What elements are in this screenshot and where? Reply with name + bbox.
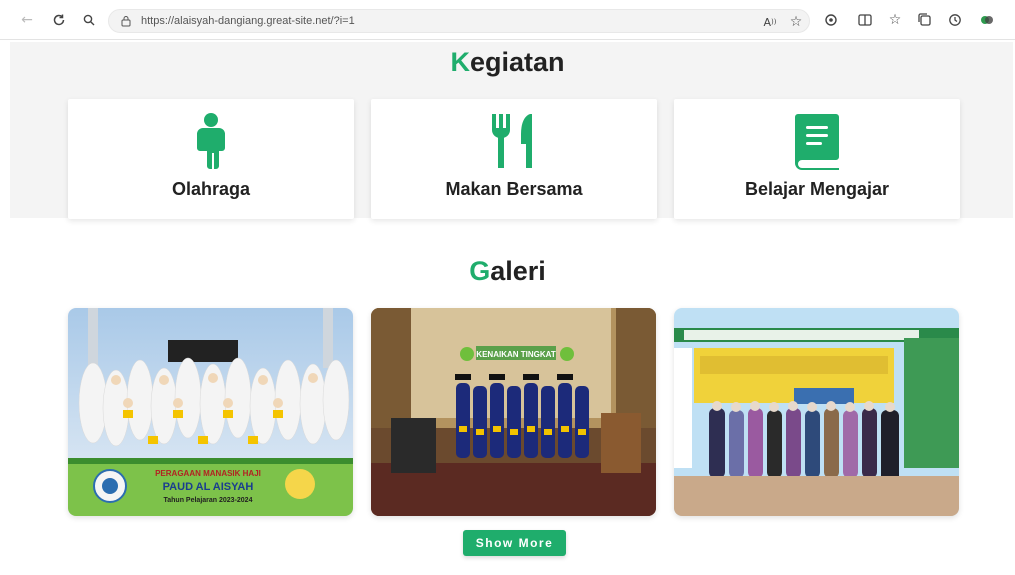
gallery-image-manasik-haji[interactable]: PERAGAAN MANASIK HAJI PAUD AL AISYAH Tah… [68, 308, 353, 516]
lock-icon [121, 16, 131, 27]
kegiatan-card-olahraga[interactable]: Olahraga [68, 99, 354, 219]
back-arrow-icon[interactable]: ← [18, 11, 36, 29]
person-icon [181, 111, 241, 171]
collections-icon[interactable] [916, 11, 934, 29]
card-label: Belajar Mengajar [744, 179, 890, 199]
banner-line-1: PERAGAAN MANASIK HAJI [155, 469, 261, 478]
browser-toolbar: ← https://alaisyah-dangiang.great-site.n… [0, 0, 1015, 40]
read-aloud-icon[interactable]: A)) [761, 13, 779, 31]
split-screen-icon[interactable] [856, 11, 874, 29]
gallery-image-graduation-stage[interactable]: KENAIKAN TINGKAT [371, 308, 656, 516]
kegiatan-heading-rest: egiatan [469, 47, 565, 77]
gallery-image-school-group[interactable] [674, 308, 959, 516]
book-icon [787, 111, 847, 171]
kegiatan-heading: Kegiatan [0, 47, 1015, 78]
kegiatan-heading-initial: K [450, 47, 470, 77]
card-label: Olahraga [171, 179, 251, 199]
fork-knife-icon [484, 111, 544, 171]
favorites-icon[interactable]: ☆ [886, 11, 904, 29]
show-more-button[interactable]: Show More [463, 530, 566, 556]
galeri-heading-rest: aleri [490, 256, 546, 286]
search-icon[interactable] [80, 11, 98, 29]
galeri-heading: Galeri [0, 256, 1015, 287]
banner-line-2: PAUD AL AISYAH [163, 481, 254, 493]
copilot-icon[interactable] [978, 11, 996, 29]
favorite-star-icon[interactable]: ☆ [787, 13, 805, 31]
url-text: https://alaisyah-dangiang.great-site.net… [141, 15, 355, 27]
kegiatan-card-belajar-mengajar[interactable]: Belajar Mengajar [674, 99, 960, 219]
refresh-icon[interactable] [50, 11, 68, 29]
card-label: Makan Bersama [445, 179, 583, 199]
history-icon[interactable] [946, 11, 964, 29]
galeri-heading-initial: G [469, 256, 491, 286]
address-bar[interactable]: https://alaisyah-dangiang.great-site.net… [108, 9, 810, 33]
extension-icon[interactable] [822, 11, 840, 29]
kegiatan-card-makan-bersama[interactable]: Makan Bersama [371, 99, 657, 219]
stage-banner-text: KENAIKAN TINGKAT [476, 350, 556, 359]
banner-line-3: Tahun Pelajaran 2023-2024 [164, 497, 253, 504]
